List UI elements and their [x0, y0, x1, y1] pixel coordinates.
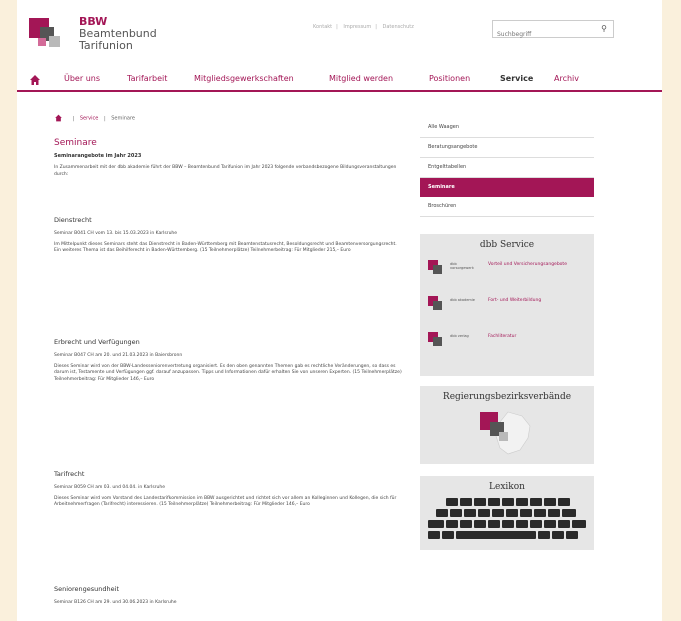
intro-text: In Zusammenarbeit mit der dbb akademie f…: [54, 165, 397, 177]
main-nav: Über uns Tarifarbeit Mitgliedsgewerkscha…: [17, 68, 662, 92]
lexikon-box[interactable]: Lexikon: [420, 476, 594, 550]
breadcrumb-home-icon[interactable]: [54, 114, 63, 122]
home-icon[interactable]: [29, 74, 41, 86]
sidebar-item-alle-waagen[interactable]: Alle Waagen: [420, 118, 594, 138]
seminar-body: Im Mittelpunkt dieses Seminars steht das…: [54, 242, 397, 254]
brand-name[interactable]: BBW Beamtenbund Tarifunion: [79, 16, 157, 52]
service-row-link[interactable]: Vorteil und Versicherungsangebote: [488, 262, 578, 268]
dbb-verlag-logo: [428, 332, 446, 348]
top-link-datenschutz[interactable]: Datenschutz: [383, 24, 414, 30]
nav-item-positionen[interactable]: Positionen: [429, 74, 470, 83]
sidebar-item-entgelttabellen[interactable]: Entgelttabellen: [420, 158, 594, 178]
map-icon: [480, 411, 531, 455]
regierungsbezirksverbaende-title: Regierungsbezirksverbände: [442, 392, 572, 402]
breadcrumb: | Service | Seminare: [54, 114, 135, 122]
sidebar-item-broschueren[interactable]: Broschüren: [420, 197, 594, 217]
seminar-section: Dienstrecht Seminar B041 CH vom 13. bis …: [54, 216, 404, 255]
main-content: Seminare Seminarangebote im Jahr 2023 In…: [54, 138, 404, 184]
lexikon-title: Lexikon: [489, 482, 525, 492]
dbb-service-box: dbb Service dbb vorsorgewerk Vorteil und…: [420, 234, 594, 376]
search-icon[interactable]: ⚲: [597, 22, 611, 36]
breadcrumb-seminare: Seminare: [111, 115, 135, 122]
bbw-logo[interactable]: [29, 18, 67, 48]
sidebar-item-beratungsangebote[interactable]: Beratungsangebote: [420, 138, 594, 158]
sidebar-nav: Alle Waagen Beratungsangebote Entgelttab…: [420, 118, 594, 217]
regierungsbezirksverbaende-box[interactable]: Regierungsbezirksverbände: [420, 386, 594, 464]
search-box: ⚲: [492, 20, 614, 42]
service-row-logo-text: dbb verlag: [450, 334, 469, 338]
nav-item-mitgliedsgewerkschaften[interactable]: Mitgliedsgewerkschaften: [194, 74, 294, 83]
dbb-vorsorgewerk-logo: [428, 260, 446, 276]
brand-line-3: Tarifunion: [79, 39, 133, 52]
sidebar-item-seminare[interactable]: Seminare: [420, 178, 594, 197]
nav-item-mitglied-werden[interactable]: Mitglied werden: [329, 74, 393, 83]
seminar-body: Dieses Seminar wird von der BBW-Landesse…: [54, 364, 402, 382]
page-subtitle: Seminarangebote im Jahr 2023: [54, 153, 142, 159]
seminar-meta: Seminar B059 CH am 03. und 04.04. in Kar…: [54, 485, 166, 490]
seminar-heading: Dienstrecht: [54, 216, 92, 224]
seminar-heading: Erbrecht und Verfügungen: [54, 338, 140, 346]
service-row-link[interactable]: Fachliteratur: [488, 334, 578, 340]
seminar-section: Tarifrecht Seminar B059 CH am 03. und 04…: [54, 470, 404, 509]
breadcrumb-service[interactable]: Service: [80, 116, 98, 122]
service-row-logo-text: dbb vorsorgewerk: [450, 262, 474, 270]
seminar-meta: Seminar B041 CH vom 13. bis 15.03.2023 i…: [54, 231, 178, 236]
top-link-impressum[interactable]: Impressum: [343, 24, 371, 30]
search-input[interactable]: [493, 27, 589, 42]
dbb-service-title: dbb Service: [479, 240, 535, 250]
service-row-link[interactable]: Fort- und Weiterbildung: [488, 298, 578, 304]
dbb-akademie-logo: [428, 296, 446, 312]
seminar-section: Seniorengesundheit Seminar B126 CH am 29…: [54, 585, 404, 611]
nav-item-service[interactable]: Service: [500, 74, 533, 83]
service-row-logo-text: dbb akademie: [450, 298, 475, 302]
seminar-heading: Tarifrecht: [54, 470, 85, 478]
nav-item-archiv[interactable]: Archiv: [554, 74, 579, 83]
top-link-kontakt[interactable]: Kontakt: [313, 24, 332, 30]
keyboard-icon: [428, 498, 586, 539]
seminar-meta: Seminar B126 CH am 29. und 30.06.2023 in…: [54, 600, 177, 605]
seminar-heading: Seniorengesundheit: [54, 585, 120, 593]
nav-item-ueber-uns[interactable]: Über uns: [64, 74, 100, 83]
page: BBW Beamtenbund Tarifunion Kontakt | Impr…: [17, 0, 662, 621]
page-title: Seminare: [54, 138, 97, 148]
top-links: Kontakt | Impressum | Datenschutz: [313, 24, 414, 30]
nav-item-tarifarbeit[interactable]: Tarifarbeit: [127, 74, 167, 83]
seminar-meta: Seminar B047 CH am 20. und 21.03.2023 in…: [54, 353, 183, 358]
seminar-section: Erbrecht und Verfügungen Seminar B047 CH…: [54, 338, 404, 383]
seminar-body: Dieses Seminar wird vom Vorstand des Lan…: [54, 496, 397, 508]
